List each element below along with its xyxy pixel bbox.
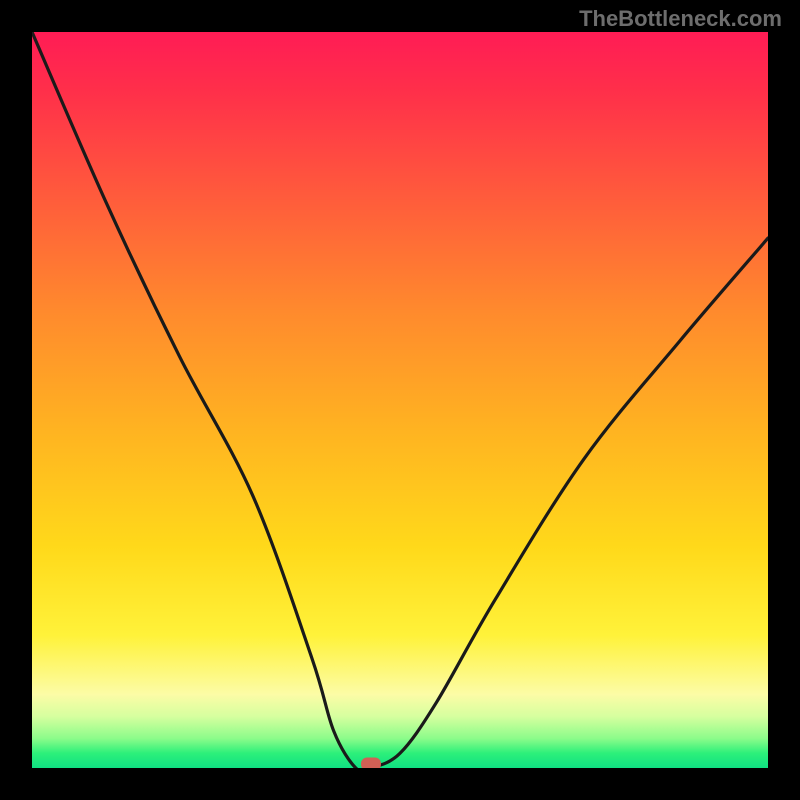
bottleneck-curve	[32, 32, 768, 768]
curve-path	[32, 32, 768, 768]
plot-area	[32, 32, 768, 768]
chart-container: TheBottleneck.com	[0, 0, 800, 800]
watermark-label: TheBottleneck.com	[579, 6, 782, 32]
optimum-marker	[361, 758, 381, 769]
